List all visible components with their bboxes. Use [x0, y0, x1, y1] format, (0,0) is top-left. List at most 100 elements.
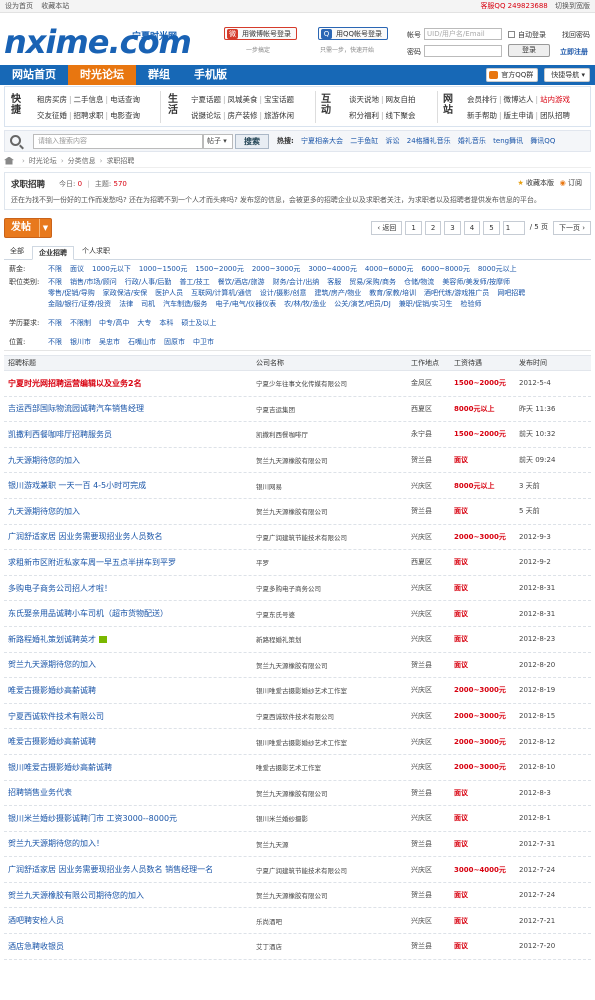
filter-option[interactable]: 零售/促销/导购	[48, 289, 95, 297]
filter-option[interactable]: 财务/会计/出纳	[273, 278, 320, 286]
filter-option[interactable]: 酒吧代练/游戏推广员	[424, 289, 489, 297]
register-link[interactable]: 立即注册	[560, 47, 588, 57]
weibo-login-button[interactable]: 微 用微博帐号登录	[224, 27, 297, 40]
page-link[interactable]: 3	[444, 221, 461, 235]
official-qq-group-button[interactable]: 官方QQ群	[486, 68, 539, 82]
filter-option[interactable]: 面议	[70, 265, 84, 273]
link-photo[interactable]: 说摄论坛	[191, 111, 221, 120]
job-title[interactable]: 九天源期待您的加入	[4, 455, 256, 466]
set-home-link[interactable]: 设为首页	[5, 2, 33, 10]
search-scope-select[interactable]: 帖子 ▾	[203, 134, 233, 149]
hot-search-item[interactable]: 24格播礼音乐	[407, 137, 451, 145]
link-weibo-stars[interactable]: 微博达人	[504, 95, 534, 104]
job-title[interactable]: 求租新市区附近私家车周一早五点半拼车到平罗	[4, 557, 256, 568]
filter-option[interactable]: 中专/高中	[99, 319, 129, 327]
hot-search-item[interactable]: 二手鱼缸	[350, 137, 378, 145]
link-meetup[interactable]: 线下聚会	[386, 111, 416, 120]
page-input[interactable]: 1	[502, 221, 525, 235]
job-title[interactable]: 酒店急聘收银员	[4, 941, 256, 952]
page-link[interactable]: 4	[463, 221, 481, 235]
filter-option[interactable]: 检验师	[460, 300, 481, 308]
filter-option[interactable]: 不限	[48, 338, 62, 346]
favorite-forum-button[interactable]: ★ 收藏本版	[517, 178, 554, 188]
filter-option[interactable]: 餐饮/酒店/旅游	[218, 278, 265, 286]
filter-option[interactable]: 教育/家教/培训	[369, 289, 416, 297]
home-icon[interactable]	[4, 156, 14, 165]
filter-option[interactable]: 8000元以上	[478, 265, 517, 273]
link-moderator[interactable]: 版主申请	[504, 111, 534, 120]
hot-search-item[interactable]: teng舞讯	[493, 137, 523, 145]
filter-option[interactable]: 4000~6000元	[365, 265, 414, 273]
auto-login-checkbox[interactable]	[508, 31, 515, 38]
link-chat[interactable]: 谈天说地	[349, 95, 379, 104]
filter-option[interactable]: 大专	[137, 319, 151, 327]
job-title[interactable]: 银川米兰婚纱摄影诚聘门市 工资3000--8000元	[4, 813, 256, 824]
job-title[interactable]: 吉运西部国际物流园诚聘汽车销售经理	[4, 403, 256, 414]
service-qq[interactable]: 客服QQ 249823688	[480, 2, 547, 10]
filter-option[interactable]: 汽车制造/服务	[163, 300, 207, 308]
job-title[interactable]: 唯爱古摄影婚纱高薪诚聘	[4, 685, 256, 696]
next-page-button[interactable]: 下一页 ›	[552, 221, 591, 235]
filter-option[interactable]: 法律	[119, 300, 133, 308]
nav-groups[interactable]: 群组	[136, 65, 182, 85]
filter-option[interactable]: 金融/银行/证券/投资	[48, 300, 111, 308]
filter-option[interactable]: 互联网/计算机/通信	[191, 289, 252, 297]
job-title[interactable]: 银川游戏兼职 一天一百 4-5小时可完成	[4, 480, 256, 491]
link-dating[interactable]: 交友征婚	[37, 111, 67, 120]
nav-home[interactable]: 网站首页	[0, 65, 68, 85]
back-button[interactable]: ‹ 返回	[371, 221, 403, 235]
job-title[interactable]: 凯撒利西餐咖啡厅招聘服务员	[4, 429, 256, 440]
link-travel[interactable]: 旅游休闲	[264, 111, 294, 120]
breadcrumb-item[interactable]: 分类信息	[68, 156, 96, 166]
link-decor[interactable]: 房产装修	[228, 111, 258, 120]
nav-forum[interactable]: 时光论坛	[68, 65, 136, 85]
job-title[interactable]: 酒吧聘安检人员	[4, 915, 256, 926]
job-title[interactable]: 招聘销售业务代表	[4, 787, 256, 798]
filter-option[interactable]: 电子/电气/仪器仪表	[215, 300, 276, 308]
tab-personal-seeking[interactable]: 个人求职	[76, 245, 116, 259]
link-team[interactable]: 团队招聘	[540, 111, 570, 120]
filter-option[interactable]: 银川市	[70, 338, 91, 346]
page-link[interactable]: 5	[483, 221, 500, 235]
job-title[interactable]: 多购电子商务公司招人才啦！	[4, 583, 256, 594]
filter-option[interactable]: 美容师/美发师/按摩师	[442, 278, 510, 286]
filter-option[interactable]: 吴忠市	[99, 338, 120, 346]
login-button[interactable]: 登录	[508, 44, 550, 57]
forgot-password-link[interactable]: 找回密码	[562, 30, 590, 40]
link-secondhand[interactable]: 二手信息	[74, 95, 104, 104]
filter-option[interactable]: 1500~2000元	[195, 265, 244, 273]
filter-option[interactable]: 1000~1500元	[139, 265, 188, 273]
link-ranking[interactable]: 会员排行	[467, 95, 497, 104]
job-title[interactable]: 广润舒适家居 因业务需要现招业务人员数名 销售经理一名	[4, 864, 256, 875]
link-phone[interactable]: 电话查询	[110, 95, 140, 104]
new-post-button[interactable]: 发帖 ▼	[4, 218, 52, 238]
link-baby[interactable]: 宝宝话题	[264, 95, 294, 104]
hot-search-item[interactable]: 婚礼音乐	[458, 137, 486, 145]
job-title[interactable]: 贺兰九天源橡胶有限公司期待您的加入	[4, 890, 256, 901]
filter-option[interactable]: 固原市	[164, 338, 185, 346]
nav-mobile[interactable]: 手机版	[182, 65, 239, 85]
filter-option[interactable]: 本科	[159, 319, 173, 327]
job-title[interactable]: 贺兰九天源期待您的加入	[4, 659, 256, 670]
filter-option[interactable]: 农/林/牧/渔业	[284, 300, 326, 308]
filter-option[interactable]: 司机	[141, 300, 155, 308]
account-input[interactable]: UID/用户名/Email	[424, 28, 502, 40]
filter-option[interactable]: 普工/技工	[179, 278, 209, 286]
filter-option[interactable]: 2000~3000元	[252, 265, 301, 273]
page-link[interactable]: 2	[424, 221, 442, 235]
filter-option[interactable]: 设计/摄影/创意	[260, 289, 307, 297]
filter-option[interactable]: 硕士及以上	[181, 319, 216, 327]
job-title[interactable]: 新路程婚礼策划诚聘英才	[4, 634, 256, 645]
filter-option[interactable]: 客服	[327, 278, 341, 286]
job-title[interactable]: 宁夏时光网招聘运营编辑以及业务2名	[4, 378, 256, 389]
filter-option[interactable]: 1000元以下	[92, 265, 131, 273]
job-title[interactable]: 东氏娶亲用品诚聘小车司机（超市货物配送）	[4, 608, 256, 619]
hot-search-item[interactable]: 诉讼	[386, 137, 400, 145]
filter-option[interactable]: 仓储/物流	[404, 278, 434, 286]
filter-option[interactable]: 销售/市场/顾问	[70, 278, 117, 286]
qq-login-button[interactable]: Q 用QQ帐号登录	[318, 27, 389, 40]
hot-search-item[interactable]: 舞讯QQ	[530, 137, 555, 145]
filter-option[interactable]: 家政保洁/安保	[103, 289, 147, 297]
breadcrumb-item[interactable]: 求职招聘	[106, 156, 134, 166]
hot-search-item[interactable]: 宁夏相亲大会	[301, 137, 343, 145]
